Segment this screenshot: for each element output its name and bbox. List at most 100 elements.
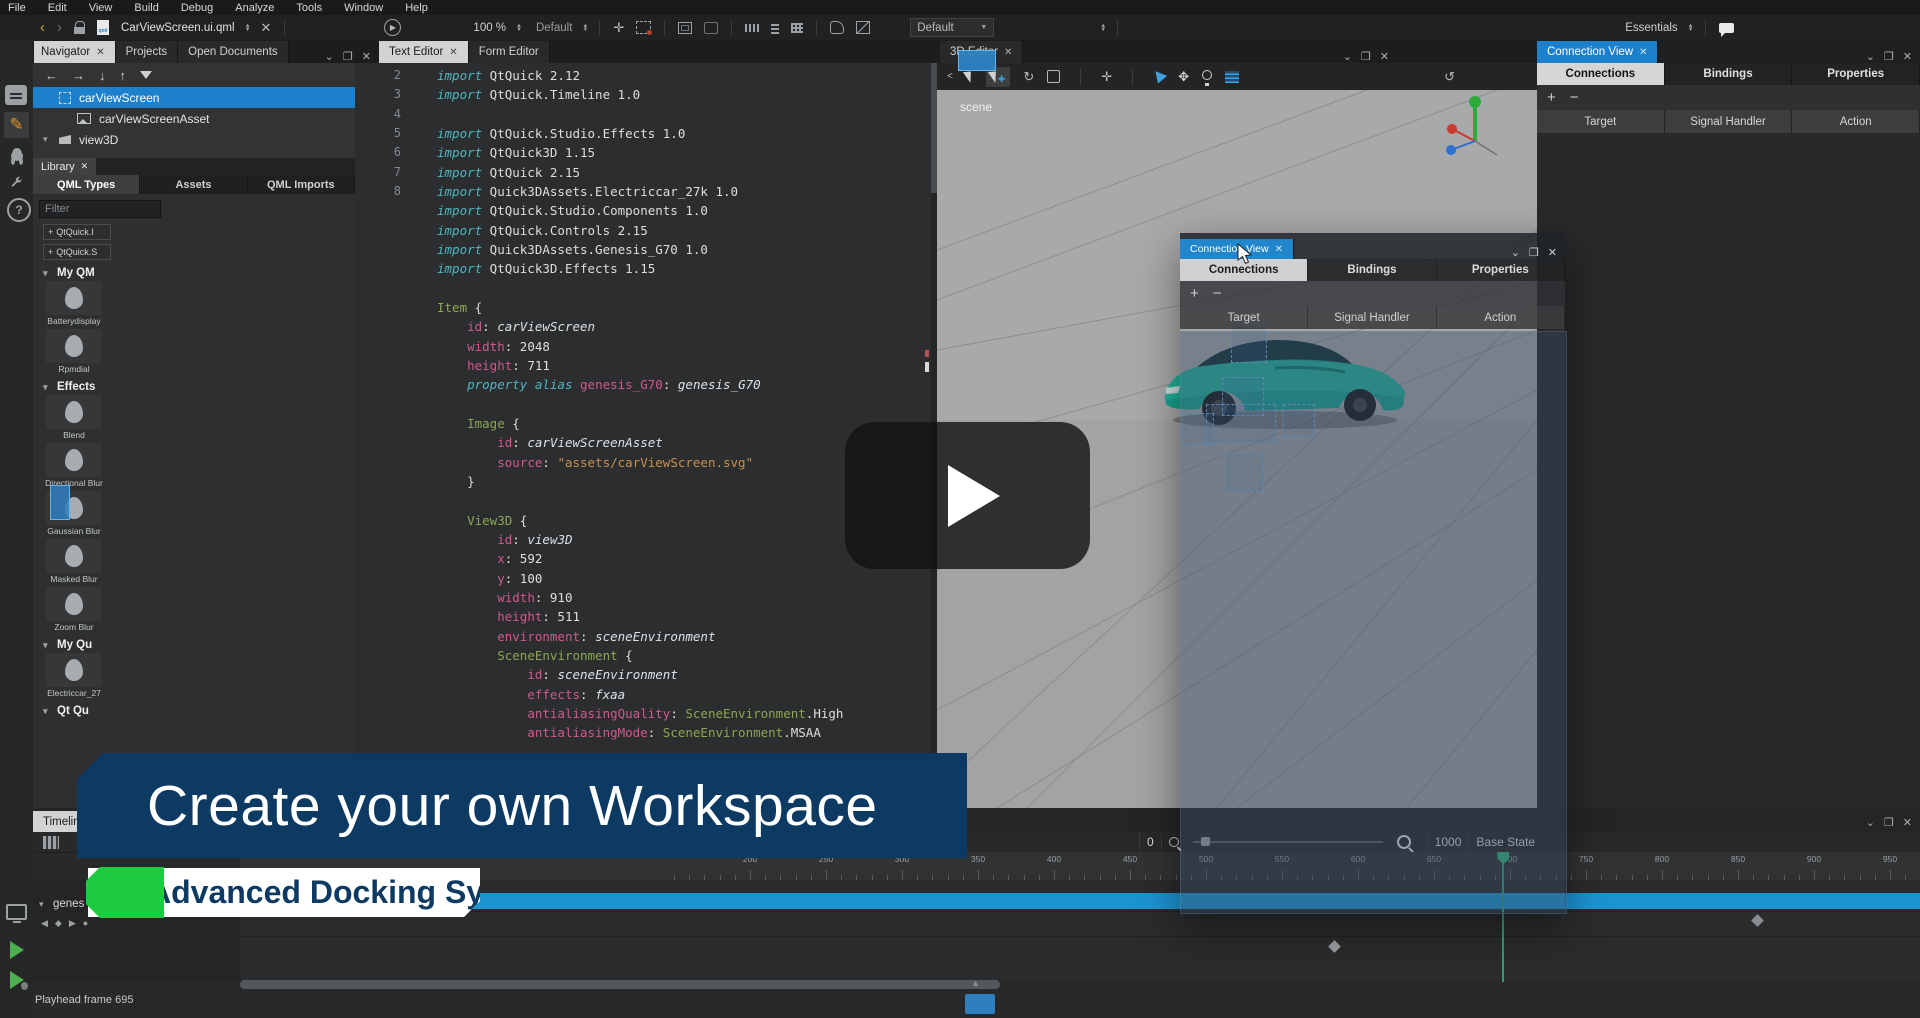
- column-header-signal-handler[interactable]: Signal Handler: [1308, 306, 1436, 329]
- library-item[interactable]: Electriccar_27: [43, 653, 105, 698]
- menu-file[interactable]: File: [8, 2, 26, 14]
- nav-move-up-icon[interactable]: ↑: [120, 68, 127, 83]
- keyframe-diamond[interactable]: [1328, 940, 1341, 953]
- annotate-icon[interactable]: ✛: [613, 20, 624, 36]
- grid-toggle-icon[interactable]: [1225, 71, 1239, 83]
- library-section-header[interactable]: ▾My Qu: [43, 639, 355, 651]
- column-header-action[interactable]: Action: [1437, 306, 1565, 329]
- edit-light-icon[interactable]: [1202, 68, 1212, 86]
- menu-debug[interactable]: Debug: [181, 2, 213, 14]
- state-stepper-icon[interactable]: ▲▼: [1100, 24, 1106, 32]
- scale-tool-icon[interactable]: [1047, 70, 1060, 83]
- global-local-icon[interactable]: ✥: [1178, 69, 1189, 85]
- column-header-signal-handler[interactable]: Signal Handler: [1665, 110, 1793, 133]
- zoom-out-icon[interactable]: [1169, 837, 1179, 847]
- navigator-row[interactable]: carViewScreenAsset: [33, 108, 355, 129]
- add-import-button[interactable]: +QtQuick.S: [43, 244, 111, 260]
- library-item[interactable]: Masked Blur: [43, 539, 105, 584]
- rotate-tool-icon[interactable]: ↻: [1023, 69, 1034, 85]
- tab-projects[interactable]: Projects: [116, 41, 179, 63]
- remove-connection-icon[interactable]: −: [1213, 285, 1222, 302]
- diagonal-icon[interactable]: [856, 21, 870, 34]
- timeline-film-icon[interactable]: [43, 836, 59, 849]
- stack-icon[interactable]: [830, 21, 844, 34]
- lock-icon[interactable]: [74, 21, 85, 34]
- outline-alt-icon[interactable]: [704, 22, 718, 34]
- keyframe-diamond[interactable]: [1751, 914, 1764, 927]
- tab-open-documents[interactable]: Open Documents: [178, 41, 289, 63]
- column-header-target[interactable]: Target: [1180, 306, 1308, 329]
- collapse-chevron-icon[interactable]: ▲: [971, 978, 980, 988]
- debug-run-button-icon[interactable]: [4, 968, 29, 992]
- add-connection-icon[interactable]: +: [1190, 285, 1199, 302]
- connection-tab-connections[interactable]: Connections: [1537, 63, 1665, 85]
- close-icon[interactable]: ✕: [96, 47, 104, 58]
- reset-view-icon[interactable]: ↺: [1444, 69, 1455, 85]
- menu-analyze[interactable]: Analyze: [235, 2, 274, 14]
- rows-icon[interactable]: [771, 22, 779, 34]
- connection-tab-properties[interactable]: Properties: [1437, 259, 1565, 281]
- connection-tab-bindings[interactable]: Bindings: [1308, 259, 1436, 281]
- nav-back-icon[interactable]: ←: [45, 68, 58, 83]
- menu-view[interactable]: View: [89, 2, 113, 14]
- perspective-selector[interactable]: Essentials: [1625, 22, 1677, 34]
- library-tab-qml-imports[interactable]: QML Imports: [248, 175, 355, 194]
- axis-gizmo[interactable]: [1442, 93, 1502, 173]
- perspective-stepper-icon[interactable]: ▲▼: [1688, 24, 1694, 32]
- library-item[interactable]: Zoom Blur: [43, 587, 105, 632]
- library-section-header[interactable]: ▾Effects: [43, 381, 355, 393]
- menu-window[interactable]: Window: [344, 2, 383, 14]
- library-section-header[interactable]: ▾Qt Qu: [43, 705, 355, 717]
- tab-text-editor[interactable]: Text Editor✕: [379, 41, 469, 63]
- timeline-section-handle[interactable]: [965, 994, 995, 1014]
- menu-edit[interactable]: Edit: [48, 2, 67, 14]
- library-section-header[interactable]: ▾My QM: [43, 267, 355, 279]
- zoom-stepper-icon[interactable]: ▲▼: [516, 24, 522, 32]
- add-import-button[interactable]: +QtQuick.I: [43, 224, 111, 240]
- menu-build[interactable]: Build: [134, 2, 158, 14]
- fit-selected-icon[interactable]: ✛: [1101, 69, 1112, 85]
- nav-forward-icon[interactable]: →: [72, 68, 85, 83]
- connection-panel-controls[interactable]: ⌄❐✕: [1858, 50, 1920, 63]
- edit-mode-icon[interactable]: [5, 85, 27, 105]
- preview-play-icon[interactable]: ▶: [384, 19, 401, 36]
- library-item[interactable]: Blend: [43, 395, 105, 440]
- add-connection-icon[interactable]: +: [1547, 89, 1556, 106]
- style-stepper-icon[interactable]: ▲▼: [582, 24, 588, 32]
- library-tab[interactable]: Library✕: [33, 158, 96, 175]
- close-icon[interactable]: ✕: [449, 47, 457, 58]
- navigator-panel-controls[interactable]: ⌄❐✕: [317, 50, 379, 63]
- navigator-row[interactable]: carViewScreen: [33, 87, 355, 108]
- menu-help[interactable]: Help: [405, 2, 428, 14]
- tab-connection-view[interactable]: Connection View✕: [1537, 41, 1658, 63]
- floating-panel-controls[interactable]: ⌄❐✕: [1503, 246, 1565, 259]
- video-play-button[interactable]: [845, 422, 1090, 569]
- kit-selector-monitor-icon[interactable]: [4, 900, 29, 924]
- library-item[interactable]: Directional Blur: [43, 443, 105, 488]
- timeline-track-bar[interactable]: [390, 893, 1920, 909]
- help-icon[interactable]: ?: [7, 198, 31, 222]
- scroll-tabs-left-icon[interactable]: <: [947, 71, 953, 82]
- back-icon[interactable]: ‹: [40, 19, 45, 36]
- timeline-hscrollbar[interactable]: [240, 980, 1000, 989]
- state-selector[interactable]: Default▼: [910, 18, 994, 37]
- style-selector[interactable]: Default: [536, 22, 572, 34]
- design-mode-pencil-icon[interactable]: ✎: [4, 112, 29, 138]
- viewport-panel-controls[interactable]: ⌄❐✕: [1335, 50, 1397, 63]
- timeline-zoom-min[interactable]: 0: [1147, 835, 1154, 849]
- document-selector-icon[interactable]: ▲▼: [245, 24, 251, 32]
- columns-icon[interactable]: [745, 24, 759, 32]
- library-item[interactable]: Batterydisplay: [43, 281, 105, 326]
- orientation-cone-icon[interactable]: [1153, 69, 1165, 84]
- nav-filter-icon[interactable]: [140, 71, 152, 79]
- tools-wrench-icon[interactable]: [4, 170, 29, 194]
- library-item[interactable]: Rpmdial: [43, 329, 105, 374]
- expander-icon[interactable]: ▾: [43, 134, 51, 145]
- menu-tools[interactable]: Tools: [296, 2, 322, 14]
- column-header-action[interactable]: Action: [1792, 110, 1920, 133]
- connection-tab-properties[interactable]: Properties: [1792, 63, 1920, 85]
- timeline-panel-controls[interactable]: ⌄❐✕: [1858, 816, 1920, 829]
- column-header-target[interactable]: Target: [1537, 110, 1665, 133]
- navigator-row[interactable]: ▾view3D: [33, 129, 355, 150]
- tab-navigator[interactable]: Navigator✕: [31, 41, 116, 63]
